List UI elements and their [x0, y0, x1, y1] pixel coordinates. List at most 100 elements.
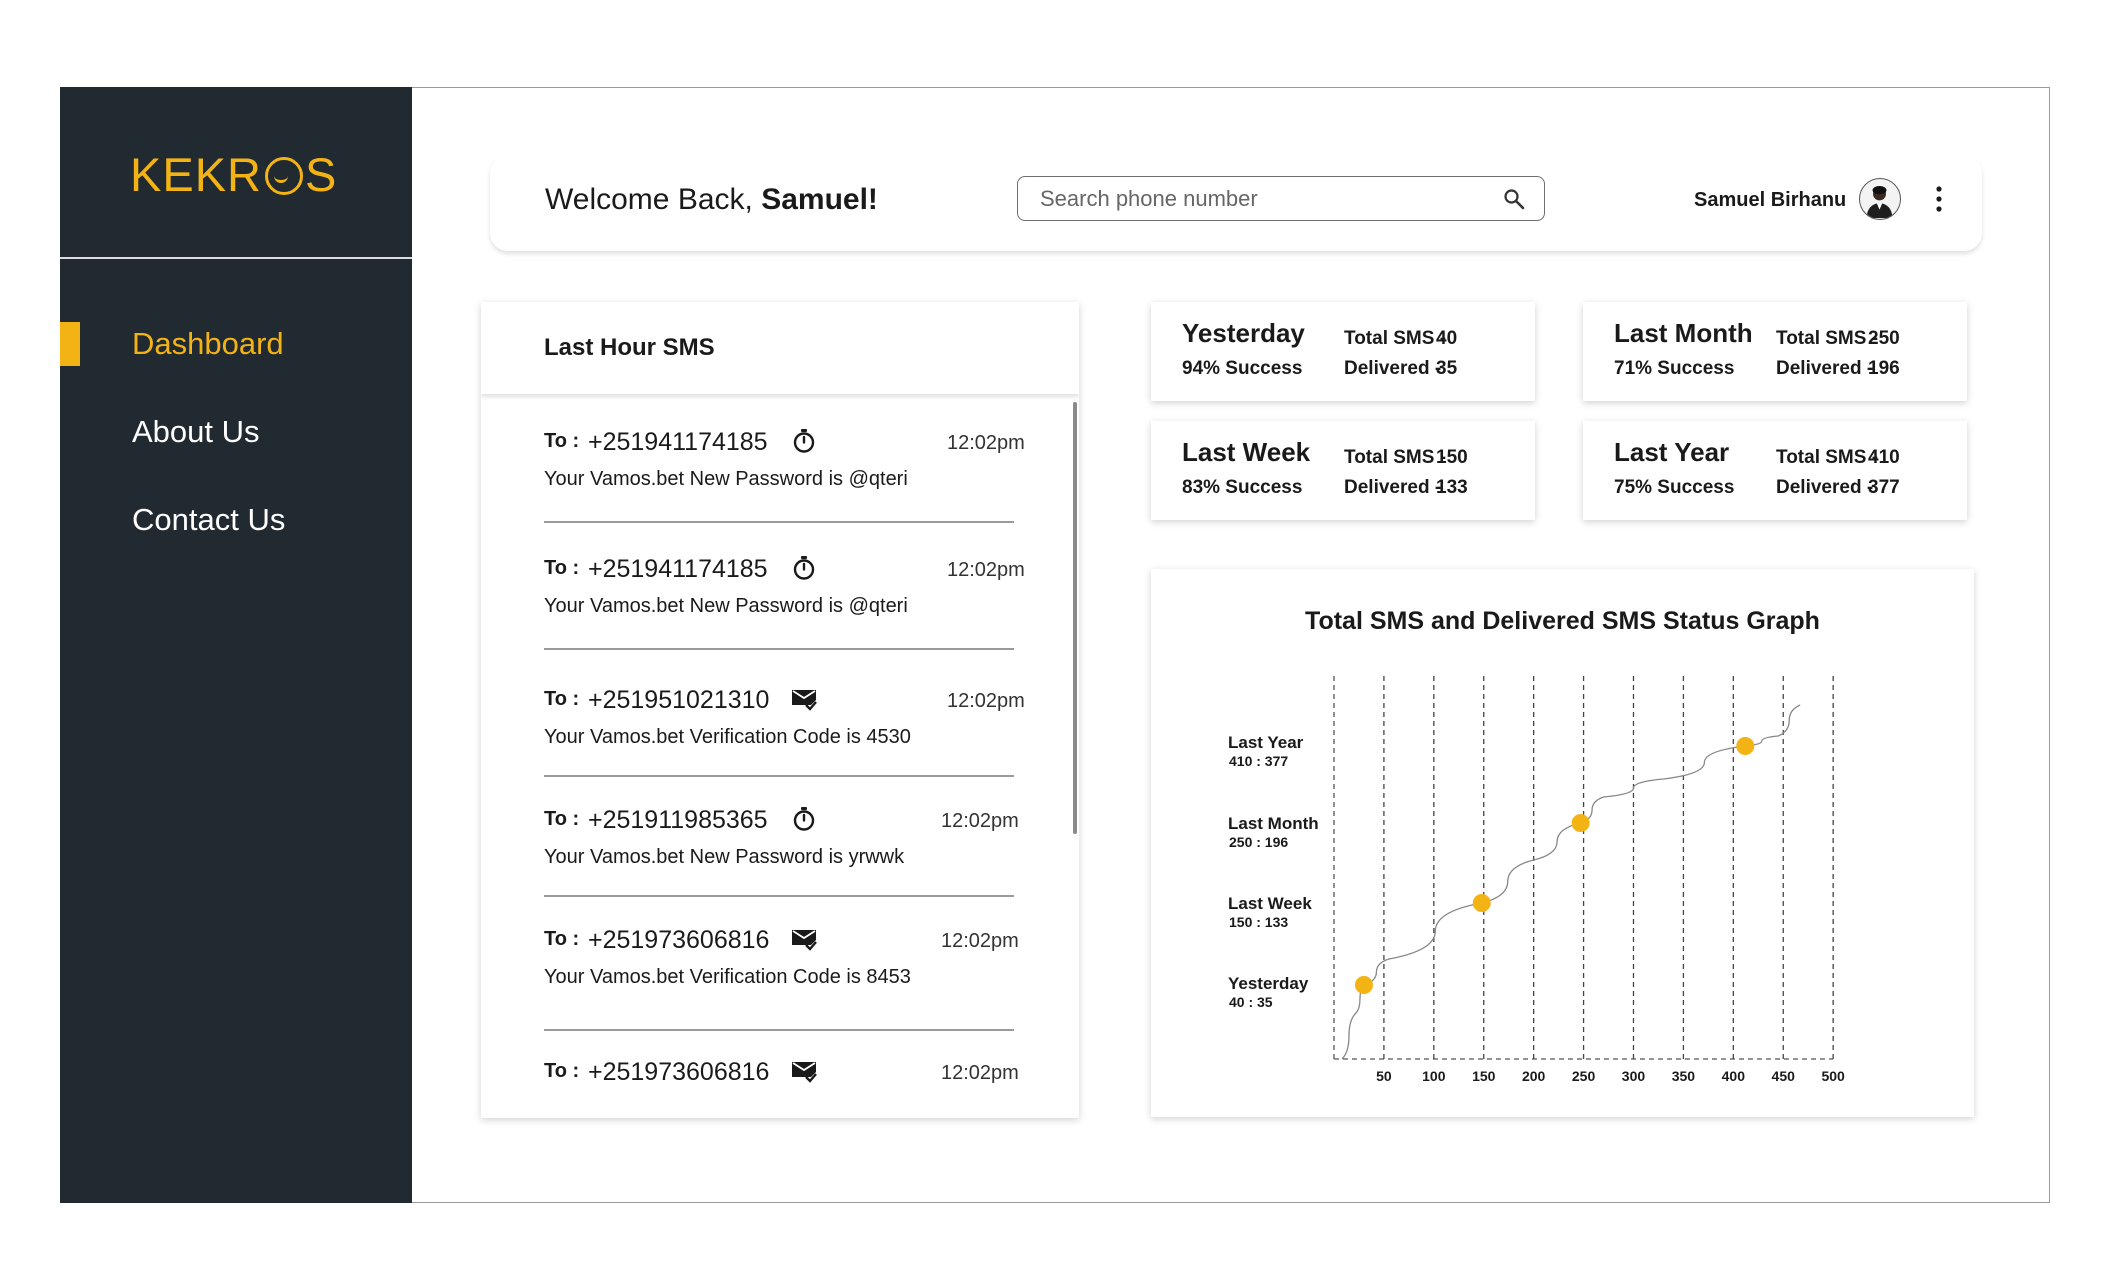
- logo-o-icon: [265, 156, 303, 195]
- user-photo-icon: [1866, 185, 1893, 218]
- delivered-value: 196: [1868, 358, 1900, 379]
- sidebar-item-about-us[interactable]: About Us: [60, 410, 412, 498]
- active-indicator: [60, 322, 80, 366]
- stat-delivered: Delivered -35: [1344, 358, 1457, 380]
- phone-number: +251941174185: [588, 428, 768, 456]
- search-icon[interactable]: [1502, 187, 1526, 211]
- sms-time: 12:02pm: [947, 432, 1025, 454]
- total-value: 250: [1868, 328, 1900, 349]
- sms-message: Your Vamos.bet Verification Code is 8453: [544, 966, 911, 988]
- sidebar-item-dashboard[interactable]: Dashboard: [60, 322, 412, 410]
- stat-delivered: Delivered -377: [1776, 477, 1900, 499]
- delivered-label: Delivered -: [1344, 477, 1442, 498]
- search-input[interactable]: [1038, 184, 1482, 214]
- stat-period: Last Year: [1614, 437, 1730, 467]
- stat-success-rate: 71% Success: [1614, 358, 1735, 379]
- x-tick-label: 50: [1376, 1068, 1392, 1084]
- sms-card-title: Last Hour SMS: [544, 334, 715, 361]
- sidebar: KEKR S Dashboard About Us Contact Us: [60, 87, 412, 1203]
- x-tick-label: 300: [1622, 1068, 1646, 1084]
- sidebar-item-label: Contact Us: [132, 502, 286, 537]
- phone-number: +251951021310: [588, 686, 770, 714]
- to-label: To :: [544, 928, 580, 950]
- data-point[interactable]: [1571, 814, 1590, 832]
- sms-message: Your Vamos.bet New Password is @qteri: [544, 468, 908, 490]
- data-point[interactable]: [1354, 976, 1373, 994]
- x-tick-label: 200: [1522, 1068, 1546, 1084]
- stat-card-last-year: Last Year 75% Success Total SMS -410 Del…: [1583, 421, 1967, 520]
- series-line: [1341, 704, 1801, 1060]
- total-label: Total SMS -: [1344, 447, 1447, 468]
- timer-icon: [793, 807, 815, 831]
- data-point[interactable]: [1472, 894, 1491, 912]
- stat-card-yesterday: Yesterday 94% Success Total SMS -40 Deli…: [1151, 302, 1535, 401]
- stat-period: Last Week: [1182, 437, 1311, 467]
- stat-delivered: Delivered -196: [1776, 358, 1900, 380]
- x-tick-label: 500: [1821, 1068, 1845, 1084]
- x-tick-label: 450: [1772, 1068, 1796, 1084]
- delivered-value: 35: [1436, 358, 1458, 379]
- brand-logo[interactable]: KEKR S: [130, 147, 337, 202]
- timer-icon: [793, 429, 815, 453]
- to-label: To :: [544, 557, 580, 579]
- stat-success-rate: 83% Success: [1182, 477, 1303, 498]
- brand-name-right: S: [305, 148, 338, 201]
- stat-total: Total SMS -410: [1776, 447, 1900, 469]
- scrollbar[interactable]: [1073, 402, 1077, 834]
- stat-total: Total SMS -40: [1344, 328, 1457, 350]
- status-graph-card: Total SMS and Delivered SMS Status Graph…: [1151, 569, 1974, 1117]
- brand-area: KEKR S: [60, 87, 412, 259]
- stat-delivered: Delivered -133: [1344, 477, 1468, 499]
- total-value: 150: [1436, 447, 1468, 468]
- phone-number: +251973606816: [588, 1058, 770, 1086]
- mail-check-icon: [792, 1062, 817, 1083]
- sms-time: 12:02pm: [941, 1062, 1019, 1084]
- delivered-label: Delivered -: [1776, 477, 1874, 498]
- total-label: Total SMS -: [1344, 328, 1447, 349]
- stat-period: Yesterday: [1182, 318, 1305, 348]
- timer-icon: [793, 556, 815, 580]
- stat-card-last-week: Last Week 83% Success Total SMS -150 Del…: [1151, 421, 1535, 520]
- sms-time: 12:02pm: [941, 930, 1019, 952]
- stat-total: Total SMS -250: [1776, 328, 1900, 350]
- total-label: Total SMS -: [1776, 328, 1879, 349]
- top-bar: Welcome Back, Samuel! Samuel Birhanu: [490, 155, 1982, 251]
- stat-card-last-month: Last Month 71% Success Total SMS -250 De…: [1583, 302, 1967, 401]
- stat-success-rate: 75% Success: [1614, 477, 1735, 498]
- user-name[interactable]: Samuel Birhanu: [1694, 189, 1846, 212]
- phone-number: +251911985365: [588, 806, 768, 834]
- divider: [544, 1029, 1014, 1031]
- to-label: To :: [544, 1060, 580, 1082]
- to-label: To :: [544, 808, 580, 830]
- sms-message: Your Vamos.bet New Password is @qteri: [544, 595, 908, 617]
- divider: [544, 521, 1014, 523]
- sms-time: 12:02pm: [947, 690, 1025, 712]
- divider: [544, 775, 1014, 777]
- sidebar-item-contact-us[interactable]: Contact Us: [60, 498, 412, 586]
- more-options-icon[interactable]: [1931, 181, 1947, 217]
- brand-name-left: KEKR: [130, 148, 262, 201]
- total-value: 40: [1436, 328, 1458, 349]
- delivered-value: 133: [1436, 477, 1468, 498]
- search-box: [1017, 176, 1545, 221]
- stat-success-rate: 94% Success: [1182, 358, 1303, 379]
- total-label: Total SMS -: [1776, 447, 1879, 468]
- sms-time: 12:02pm: [947, 559, 1025, 581]
- mail-check-icon: [792, 690, 817, 711]
- avatar[interactable]: [1859, 178, 1901, 220]
- status-graph: 50 100 150 200 250 300 350 400 450 500: [1333, 676, 1845, 1084]
- phone-number: +251941174185: [588, 555, 768, 583]
- delivered-label: Delivered -: [1344, 358, 1442, 379]
- sidebar-item-label: About Us: [132, 414, 260, 449]
- sms-message: Your Vamos.bet New Password is yrwwk: [544, 846, 905, 868]
- mail-check-icon: [792, 930, 817, 951]
- to-label: To :: [544, 430, 580, 452]
- last-hour-sms-card: Last Hour SMS To : +251941174185 12:02pm…: [481, 302, 1079, 1118]
- x-tick-label: 100: [1422, 1068, 1446, 1084]
- total-value: 410: [1868, 447, 1900, 468]
- data-point[interactable]: [1736, 737, 1755, 755]
- stat-total: Total SMS -150: [1344, 447, 1468, 469]
- to-label: To :: [544, 688, 580, 710]
- x-tick-label: 150: [1472, 1068, 1496, 1084]
- welcome-name: Samuel!: [761, 183, 878, 216]
